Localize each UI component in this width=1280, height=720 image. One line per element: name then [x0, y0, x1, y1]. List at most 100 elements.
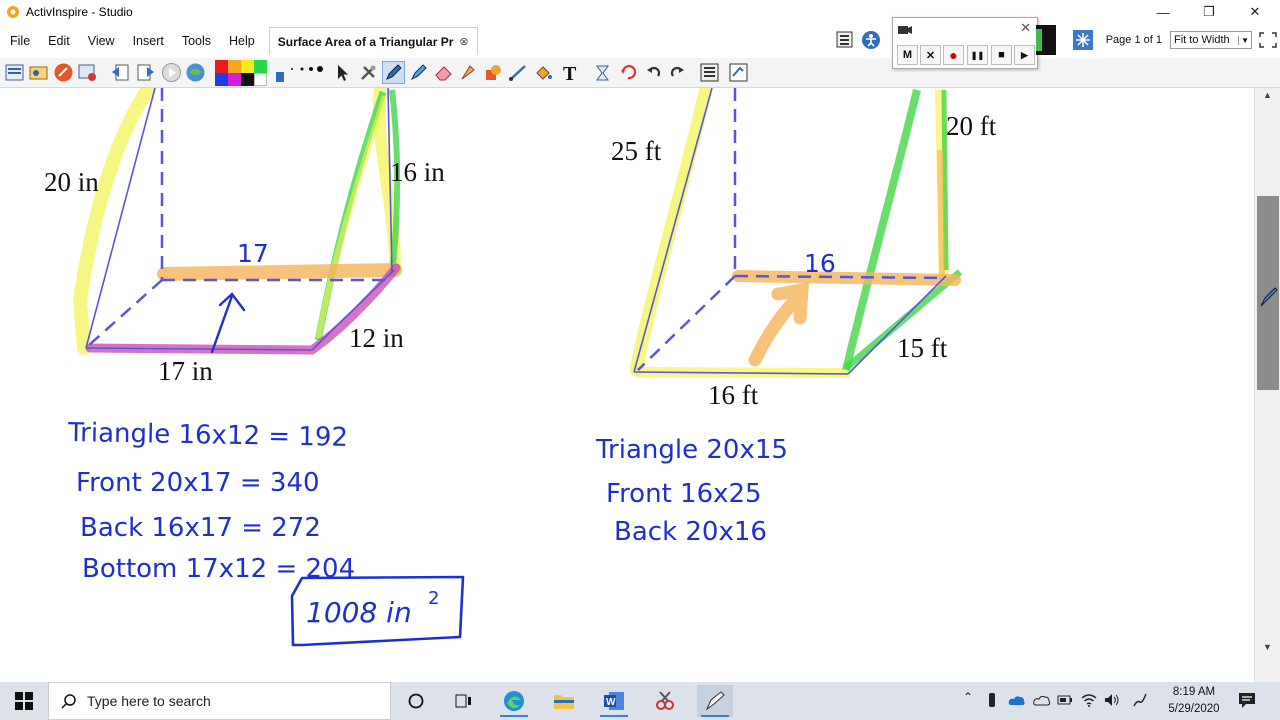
- system-clock[interactable]: 8:19 AM 5/29/2020: [1154, 684, 1234, 718]
- zoom-select[interactable]: Fit to Width ▼: [1170, 31, 1252, 49]
- right-work-line-3: Back 20x16: [614, 517, 767, 547]
- page-thumbnails-icon[interactable]: [699, 62, 720, 83]
- edge-browser-icon[interactable]: [496, 685, 532, 717]
- color-swatch-orange[interactable]: [228, 60, 241, 73]
- toolbox-icon[interactable]: [728, 62, 749, 83]
- redo-icon[interactable]: [667, 62, 688, 83]
- stop-button[interactable]: ■: [991, 45, 1012, 65]
- snowflake-icon[interactable]: [1073, 30, 1093, 50]
- tray-expand-icon[interactable]: ⌃: [963, 690, 973, 704]
- color-swatch-white[interactable]: [254, 73, 267, 86]
- play-button[interactable]: ▶: [1014, 45, 1035, 65]
- color-swatch-black[interactable]: [241, 73, 254, 86]
- color-swatch-red[interactable]: [215, 60, 228, 73]
- pen-width-selector-icon[interactable]: [274, 62, 326, 84]
- right-label-base: 16 ft: [708, 380, 759, 410]
- flipchart-canvas[interactable]: 20 in 16 in 12 in 17 in 17 25 ft 20 ft 1…: [0, 88, 1254, 682]
- pen-icon[interactable]: [382, 61, 405, 84]
- cloud-icon[interactable]: [1033, 694, 1051, 706]
- tools-icon[interactable]: [358, 62, 379, 83]
- recorder-preview: [1036, 25, 1056, 55]
- dashboard-icon[interactable]: [28, 62, 49, 83]
- svg-text:W: W: [606, 697, 616, 708]
- right-label-height: 20 ft: [946, 111, 997, 141]
- task-view-icon[interactable]: [445, 685, 481, 717]
- select-arrow-icon[interactable]: [332, 62, 353, 83]
- onedrive-icon[interactable]: [1008, 694, 1026, 706]
- file-explorer-icon[interactable]: [546, 685, 582, 717]
- magic-ink-icon[interactable]: [458, 62, 479, 83]
- left-answer-exponent: 2: [428, 588, 439, 609]
- reset-page-icon[interactable]: [618, 62, 639, 83]
- page-indicator: Page 1 of 1: [1105, 34, 1162, 46]
- close-recorder-icon[interactable]: ✕: [1020, 20, 1031, 36]
- vertical-scrollbar[interactable]: ▲ ▼: [1254, 88, 1280, 682]
- menu-insert[interactable]: Insert: [123, 24, 172, 58]
- next-page-icon[interactable]: [135, 62, 156, 83]
- recorder-mode-button[interactable]: M: [897, 45, 918, 65]
- battery-icon[interactable]: [1057, 694, 1073, 706]
- pen-cursor-icon: [1260, 287, 1278, 307]
- activinspire-taskbar-icon[interactable]: [697, 685, 733, 717]
- snip-sketch-icon[interactable]: [647, 685, 683, 717]
- taskbar-search[interactable]: Type here to search: [48, 682, 391, 720]
- fullscreen-icon[interactable]: [1258, 31, 1278, 49]
- tab-close-icon[interactable]: ⊗: [459, 35, 468, 48]
- recorder-cancel-button[interactable]: ✕: [920, 45, 941, 65]
- scroll-up-icon[interactable]: ▲: [1263, 90, 1272, 100]
- document-tab[interactable]: Surface Area of a Triangular Pr ⊗: [268, 27, 478, 55]
- pause-button[interactable]: ❚❚: [967, 45, 988, 65]
- right-annotation: 16: [804, 249, 836, 278]
- right-label-slant: 25 ft: [611, 136, 662, 166]
- page-browser-icon[interactable]: [836, 31, 853, 48]
- left-work-line-3: Back 16x17 = 272: [80, 513, 321, 543]
- main-menu-icon[interactable]: [4, 62, 25, 83]
- right-prism: 25 ft 20 ft 15 ft 16 ft 16: [611, 88, 997, 410]
- left-work: Triangle 16x12 = 192 Front 20x17 = 340 B…: [67, 418, 465, 647]
- left-label-height: 16 in: [390, 157, 445, 187]
- undo-icon[interactable]: [643, 62, 664, 83]
- profile-icon[interactable]: [53, 62, 74, 83]
- highlighter-icon[interactable]: [408, 62, 429, 83]
- color-swatch-blue[interactable]: [215, 73, 228, 86]
- fill-icon[interactable]: [533, 62, 554, 83]
- menu-help[interactable]: Help: [219, 24, 263, 58]
- flipchart-drawing: 20 in 16 in 12 in 17 in 17 25 ft 20 ft 1…: [44, 88, 997, 647]
- color-swatch-yellow[interactable]: [241, 60, 254, 73]
- menu-tools[interactable]: Tools: [172, 24, 219, 58]
- camera-icon[interactable]: [592, 62, 613, 83]
- accessibility-icon[interactable]: [861, 30, 881, 50]
- browser-icon[interactable]: [77, 62, 98, 83]
- record-button[interactable]: ●: [943, 45, 964, 65]
- desktop-annotate-icon[interactable]: [185, 62, 206, 83]
- restore-button[interactable]: ❐: [1186, 0, 1232, 24]
- menu-view[interactable]: View: [78, 24, 123, 58]
- minimize-button[interactable]: —: [1140, 0, 1186, 24]
- wifi-icon[interactable]: [1081, 693, 1097, 707]
- activinspire-logo-icon: [7, 6, 19, 18]
- previous-page-icon[interactable]: [110, 62, 131, 83]
- volume-icon[interactable]: [1104, 693, 1120, 707]
- word-icon[interactable]: W: [596, 685, 632, 717]
- menu-file[interactable]: File: [0, 24, 38, 58]
- usb-device-icon[interactable]: [987, 692, 997, 708]
- chevron-down-icon: ▼: [1238, 35, 1251, 45]
- play-icon[interactable]: [161, 62, 182, 83]
- right-work: Triangle 20x15 Front 16x25 Back 20x16: [595, 435, 788, 547]
- scroll-down-icon[interactable]: ▼: [1263, 642, 1272, 652]
- pen-workspace-icon[interactable]: [1132, 692, 1148, 708]
- shape-icon[interactable]: [483, 62, 504, 83]
- menu-edit[interactable]: Edit: [38, 24, 78, 58]
- connector-icon[interactable]: [508, 62, 529, 83]
- color-swatch-magenta[interactable]: [228, 73, 241, 86]
- right-work-line-1: Triangle 20x15: [595, 435, 788, 465]
- notifications-icon[interactable]: [1238, 691, 1256, 709]
- text-tool-icon[interactable]: T: [560, 62, 581, 83]
- color-swatch-green[interactable]: [254, 60, 267, 73]
- eraser-icon[interactable]: [433, 62, 454, 83]
- cortana-icon[interactable]: [398, 685, 434, 717]
- color-palette[interactable]: [215, 60, 269, 86]
- close-window-button[interactable]: ✕: [1232, 0, 1278, 24]
- camera-icon: [898, 26, 912, 34]
- windows-start-icon[interactable]: [15, 692, 33, 710]
